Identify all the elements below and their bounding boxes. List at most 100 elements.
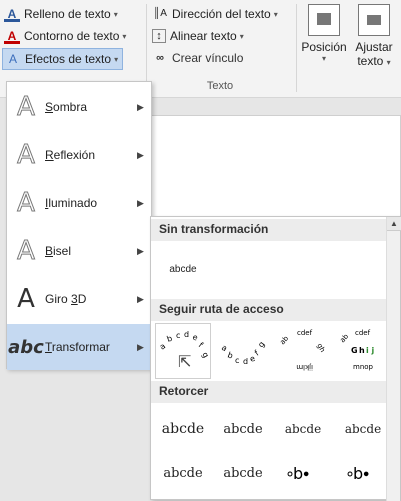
section-header-no-transform: Sin transformación [151,219,387,241]
chevron-down-icon: ▾ [122,31,127,41]
warp-option[interactable]: abcde [275,409,331,449]
svg-text:cdef: cdef [355,329,371,337]
text-fill-button[interactable]: A Relleno de texto ▾ [4,4,118,24]
menu-item-label: Transformar [45,340,110,354]
text-fill-label: Relleno de texto [24,7,111,21]
menu-item-label: Iluminado [45,196,98,210]
menu-item-label: Reflexión [45,148,96,162]
svg-text:d: d [184,330,189,339]
button-preview: cdef ab G h i j mnop [338,329,375,371]
wrap-text-label: Ajustar [355,40,393,54]
shadow-effect-icon: A [17,92,36,123]
wrap-text-button[interactable]: Ajustar texto ▾ [350,4,398,68]
align-text-label: Alinear texto [170,29,237,43]
warp-option[interactable]: ∘b∙ [275,453,331,493]
menu-item-reflection[interactable]: A Reflexión ▶ [7,132,151,178]
menu-item-transform[interactable]: abc Transformar ▶ [7,324,151,370]
warp-option[interactable]: abcde [155,453,211,493]
warp-option[interactable]: abcde [215,409,271,449]
chevron-down-icon: ▾ [273,9,278,19]
text-outline-button[interactable]: A Contorno de texto ▾ [4,26,126,46]
link-icon: ∞ [156,52,164,64]
warp-option[interactable]: abcde [215,453,271,493]
svg-text:b: b [226,350,234,360]
chevron-right-icon: ▶ [137,149,144,160]
chevron-down-icon: ▾ [113,9,118,19]
svg-text:a: a [220,343,229,353]
text-effects-label: Efectos de texto [25,52,112,66]
warp-option[interactable]: abcde [155,409,211,449]
svg-text:g: g [200,351,210,360]
text-direction-button[interactable]: ║A Dirección del texto ▾ [152,4,278,24]
svg-text:c: c [176,331,180,340]
circle-preview: cdef ab gh ijklm [278,329,326,371]
chevron-right-icon: ▶ [137,245,144,256]
text-outline-icon: A [4,28,20,44]
cursor-icon: ⇱ [178,354,192,371]
align-text-button[interactable]: ↕ Alinear texto ▾ [152,26,244,46]
section-header-follow-path: Seguir ruta de acceso [151,299,387,321]
create-link-button[interactable]: ∞ Crear vínculo [152,48,243,68]
transform-effect-icon: abc [8,336,44,358]
wrap-text-icon [358,4,390,36]
svg-text:g: g [256,340,266,349]
text-direction-label: Dirección del texto [172,7,271,21]
chevron-right-icon: ▶ [137,101,144,112]
menu-item-label: Giro 3D [45,292,87,306]
menu-item-bevel[interactable]: A Bisel ▶ [7,228,151,274]
chevron-down-icon: ▾ [114,54,119,64]
svg-text:ab: ab [278,334,290,346]
svg-text:b: b [166,334,174,344]
position-icon [308,4,340,36]
warp-chevron-preview: ∘b∙ [285,464,311,483]
text-outline-label: Contorno de texto [24,29,120,43]
section-header-warp: Retorcer [151,381,387,403]
menu-item-label: Sombra [45,100,88,114]
scroll-up-arrow-icon[interactable]: ▲ [387,217,401,231]
text-effects-menu: A Sombra ▶ A Reflexión ▶ A Iluminado ▶ A… [6,81,152,370]
chevron-right-icon: ▶ [137,293,144,304]
text-effects-button[interactable]: A Efectos de texto ▾ [2,48,124,70]
bevel-effect-icon: A [17,236,36,267]
chevron-right-icon: ▶ [137,341,144,352]
transform-submenu: Sin transformación abcde Seguir ruta de … [150,216,401,501]
position-label: Posición [301,40,347,54]
text-direction-icon: ║A [153,8,167,19]
no-transform-option[interactable]: abcde [155,249,211,289]
svg-text:mnop: mnop [353,363,374,371]
svg-text:f: f [197,341,205,350]
group-label-texto: Texto [206,80,234,92]
chevron-down-icon: ▾ [239,31,244,41]
position-button[interactable]: Posición ▾ [300,4,348,63]
submenu-scrollbar[interactable]: ▲ [386,217,401,501]
menu-item-label: Bisel [45,244,72,258]
align-text-icon: ↕ [152,29,166,43]
text-effects-icon: A [8,52,17,66]
path-circle-option[interactable]: cdef ab gh ijklm [275,323,331,379]
svg-text:i j: i j [366,346,375,355]
svg-text:d: d [243,357,248,366]
path-arch-down-option[interactable]: a b c d e f g [215,323,271,379]
svg-text:cdef: cdef [297,329,313,337]
svg-text:gh: gh [315,342,326,354]
menu-item-shadow[interactable]: A Sombra ▶ [7,84,151,130]
svg-text:e: e [249,354,257,364]
arch-down-preview: a b c d e f g [220,340,267,366]
path-arch-up-option[interactable]: a b c d e f g ⇱ [155,323,211,379]
group-divider [146,4,147,92]
svg-text:e: e [191,332,199,342]
reflection-effect-icon: A [17,140,36,171]
warp-wave-preview: ∘b∙ [345,464,371,483]
glow-effect-icon: A [17,188,36,219]
path-button-option[interactable]: cdef ab G h i j mnop [335,323,391,379]
create-link-label: Crear vínculo [172,51,244,65]
chevron-down-icon: ▾ [321,54,326,63]
svg-text:ab: ab [338,332,350,344]
warp-option[interactable]: ∘b∙ [335,453,391,493]
menu-item-glow[interactable]: A Iluminado ▶ [7,180,151,226]
warp-option[interactable]: abcde [335,409,391,449]
rotation-3d-effect-icon: A [17,284,35,314]
svg-text:a: a [158,341,167,351]
menu-item-3d-rotation[interactable]: A Giro 3D ▶ [7,276,151,322]
wrap-text-label-2: texto ▾ [357,54,391,68]
